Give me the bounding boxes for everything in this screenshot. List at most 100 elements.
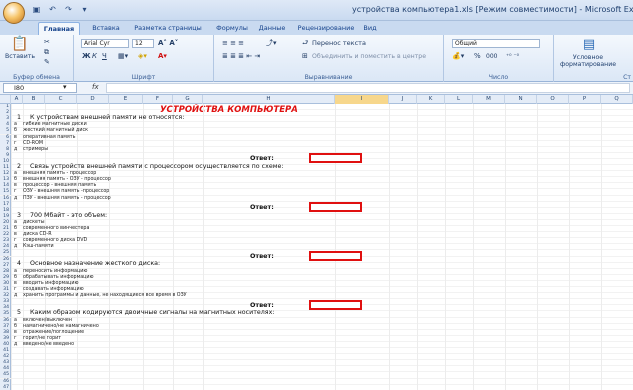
row-header[interactable]: 45 xyxy=(0,372,11,379)
column-header[interactable]: Q xyxy=(601,95,633,104)
row-header[interactable]: 27 xyxy=(0,262,11,269)
column-header[interactable]: G xyxy=(173,95,203,104)
column-header[interactable]: J xyxy=(389,95,417,104)
office-button[interactable] xyxy=(3,2,25,24)
row-header[interactable]: 5 xyxy=(0,128,11,135)
paste-icon[interactable]: 📋 xyxy=(8,37,32,51)
tab-review[interactable]: Рецензирование xyxy=(295,22,357,35)
answer-input-box[interactable] xyxy=(309,250,362,261)
option-letter: г xyxy=(14,287,17,292)
column-header[interactable]: D xyxy=(77,95,109,104)
save-icon[interactable]: ▣ xyxy=(30,4,43,16)
tab-formulas[interactable]: Формулы xyxy=(213,22,251,35)
tab-data[interactable]: Данные xyxy=(254,22,290,35)
row-header[interactable]: 15 xyxy=(0,189,11,196)
option-text: оперативная память xyxy=(23,134,76,140)
font-color-icon[interactable]: A▾ xyxy=(158,52,167,61)
row-header[interactable]: 18 xyxy=(0,207,11,214)
grow-font-icon[interactable]: A˄ A˅ xyxy=(158,39,178,48)
select-all-corner[interactable] xyxy=(0,95,11,104)
column-header[interactable]: C xyxy=(45,95,77,104)
column-header[interactable]: I xyxy=(335,95,389,104)
cut-icon[interactable]: ✂ xyxy=(44,38,50,47)
row-header[interactable]: 37 xyxy=(0,323,11,330)
wrap-text-icon[interactable]: ⮐ xyxy=(302,39,308,48)
row-header[interactable]: 38 xyxy=(0,329,11,336)
gridline xyxy=(335,104,336,390)
row-header[interactable]: 9 xyxy=(0,152,11,159)
borders-icon[interactable]: ▦▾ xyxy=(118,52,128,61)
name-box-dropdown-icon[interactable]: ▾ xyxy=(63,83,67,91)
column-header[interactable]: O xyxy=(537,95,569,104)
row-header[interactable]: 16 xyxy=(0,195,11,202)
row-header[interactable]: 46 xyxy=(0,378,11,385)
answer-input-box[interactable] xyxy=(309,299,362,310)
number-format-select[interactable]: Общий xyxy=(452,39,540,48)
row-header[interactable]: 40 xyxy=(0,341,11,348)
answer-input-box[interactable] xyxy=(309,153,362,164)
column-header[interactable]: H xyxy=(203,95,335,104)
option-letter: а xyxy=(14,268,17,274)
orientation-icon[interactable]: ⤴▾ xyxy=(266,39,277,48)
worksheet-grid[interactable]: УСТРОЙСТВА КОМПЬЮТЕРА 1 2 3 4 5 6 7 8 9 10 11 12 13 1… xyxy=(0,104,633,390)
merge-center-button[interactable]: Объединить и поместить в центре xyxy=(312,52,426,61)
row-header[interactable]: 30 xyxy=(0,280,11,287)
undo-icon[interactable]: ↶ xyxy=(46,4,59,16)
bold-icon[interactable]: Ж xyxy=(82,52,91,61)
answer-input-box[interactable] xyxy=(309,202,362,213)
fx-icon[interactable]: fx xyxy=(92,83,99,91)
row-header[interactable]: 6 xyxy=(0,134,11,141)
format-painter-icon[interactable]: ✎ xyxy=(44,58,50,67)
dropdown-icon[interactable]: ▾ xyxy=(78,4,91,16)
row-header[interactable]: 8 xyxy=(0,146,11,153)
column-header[interactable]: N xyxy=(505,95,537,104)
column-header[interactable]: E xyxy=(109,95,143,104)
decimal-icon[interactable]: ⁺⁰ ⁻⁰ xyxy=(506,52,519,61)
row-header[interactable]: 29 xyxy=(0,274,11,281)
column-header[interactable]: B xyxy=(23,95,45,104)
align-top-icon[interactable]: ≡ ≡ ≡ xyxy=(222,39,244,48)
row-header[interactable]: 7 xyxy=(0,140,11,147)
wrap-text-button[interactable]: Перенос текста xyxy=(312,39,366,48)
row-header[interactable]: 26 xyxy=(0,256,11,263)
column-header[interactable]: M xyxy=(473,95,505,104)
gridline xyxy=(109,104,110,390)
font-name-select[interactable]: Arial Cyr xyxy=(81,39,129,48)
row-header[interactable]: 10 xyxy=(0,158,11,165)
answer-label: Ответ: xyxy=(250,203,274,212)
font-size-select[interactable]: 12 xyxy=(132,39,154,48)
row-header[interactable]: 25 xyxy=(0,250,11,257)
column-header[interactable]: K xyxy=(417,95,445,104)
row-header[interactable]: 20 xyxy=(0,219,11,226)
answer-label: Ответ: xyxy=(250,154,274,163)
fill-color-icon[interactable]: ◈▾ xyxy=(138,52,147,61)
column-header[interactable]: L xyxy=(445,95,473,104)
column-header[interactable]: F xyxy=(143,95,173,104)
thousands-button[interactable]: 000 xyxy=(486,52,497,61)
row-header[interactable]: 39 xyxy=(0,335,11,342)
italic-icon[interactable]: К xyxy=(92,52,97,61)
tab-page-layout[interactable]: Разметка страницы xyxy=(129,22,207,35)
tab-insert[interactable]: Вставка xyxy=(88,22,124,35)
copy-icon[interactable]: ⧉ xyxy=(44,48,49,57)
row-header[interactable]: 19 xyxy=(0,213,11,220)
currency-icon[interactable]: 💰▾ xyxy=(452,52,464,61)
column-header[interactable]: A xyxy=(11,95,23,104)
paste-button[interactable]: Вставить xyxy=(2,53,38,60)
row-header[interactable]: 36 xyxy=(0,317,11,324)
row-header[interactable]: 35 xyxy=(0,311,11,318)
underline-icon[interactable]: Ч xyxy=(102,52,107,61)
row-header[interactable]: 17 xyxy=(0,201,11,208)
row-header[interactable]: 47 xyxy=(0,384,11,390)
redo-icon[interactable]: ↷ xyxy=(62,4,75,16)
merge-center-icon[interactable]: ⊞ xyxy=(302,52,308,61)
formula-input[interactable] xyxy=(106,83,630,93)
conditional-format-button[interactable]: Условное форматирование xyxy=(558,54,618,68)
tab-home[interactable]: Главная xyxy=(38,22,80,35)
conditional-format-icon[interactable]: ▤ xyxy=(578,38,600,51)
percent-button[interactable]: % xyxy=(474,52,481,61)
row-header[interactable]: 28 xyxy=(0,268,11,275)
tab-view[interactable]: Вид xyxy=(360,22,380,35)
align-center-icon[interactable]: ≣ ≣ ≣ ⇤ ⇥ xyxy=(222,52,260,61)
column-header[interactable]: P xyxy=(569,95,601,104)
